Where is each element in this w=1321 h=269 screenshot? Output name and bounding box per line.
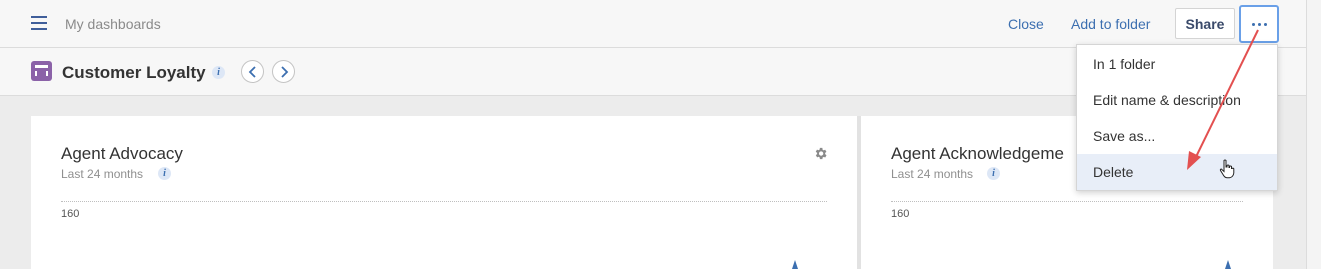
y-axis-tick: 160: [891, 208, 910, 220]
chart-gridline: [891, 201, 1243, 202]
next-dashboard-button[interactable]: [272, 60, 295, 83]
more-options-button[interactable]: [1239, 5, 1279, 43]
menu-item-save-as[interactable]: Save as...: [1077, 118, 1277, 154]
widget-card: Agent Advocacy Last 24 months i 160: [31, 116, 857, 269]
chart-spike: [1225, 260, 1231, 269]
chart-gridline: [61, 201, 827, 202]
info-icon[interactable]: i: [987, 167, 1000, 180]
scrollbar-gutter: [1306, 0, 1321, 269]
menu-item-delete[interactable]: Delete: [1077, 154, 1277, 190]
gear-icon[interactable]: [813, 146, 828, 161]
previous-dashboard-button[interactable]: [241, 60, 264, 83]
widget-subtitle: Last 24 months: [891, 167, 974, 181]
info-icon[interactable]: i: [212, 66, 225, 79]
widget-title: Agent Acknowledgeme: [891, 144, 1064, 163]
info-icon[interactable]: i: [158, 167, 171, 180]
dashboard-title: Customer Loyalty: [62, 63, 206, 82]
breadcrumb[interactable]: My dashboards: [65, 16, 161, 32]
more-dots-icon: [1251, 22, 1267, 26]
close-button[interactable]: Close: [1008, 16, 1044, 32]
chevron-left-icon: [248, 65, 256, 78]
y-axis-tick: 160: [61, 208, 80, 220]
more-options-menu: In 1 folder Edit name & description Save…: [1076, 44, 1278, 191]
chevron-right-icon: [280, 65, 288, 78]
widget-subtitle: Last 24 months: [61, 167, 144, 181]
menu-item-edit-name[interactable]: Edit name & description: [1077, 82, 1277, 118]
share-button[interactable]: Share: [1175, 8, 1235, 39]
hand-cursor-icon: [1219, 159, 1235, 179]
menu-item-in-folder[interactable]: In 1 folder: [1077, 46, 1277, 82]
hamburger-menu-icon[interactable]: [31, 16, 47, 30]
dashboard-icon: [31, 61, 52, 81]
add-to-folder-button[interactable]: Add to folder: [1071, 16, 1150, 32]
chart-spike: [792, 260, 798, 269]
widget-title: Agent Advocacy: [61, 144, 183, 163]
